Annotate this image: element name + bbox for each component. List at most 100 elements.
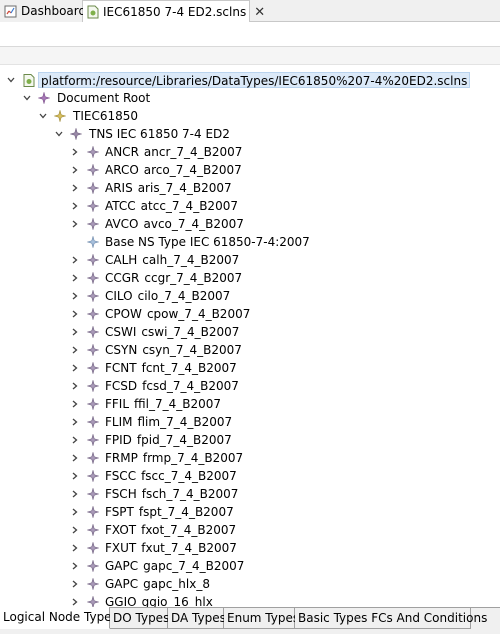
tab-do-types[interactable]: DO Types [110, 608, 169, 629]
lnode-type-icon [87, 434, 99, 446]
chevron-down-icon[interactable] [22, 93, 32, 103]
chevron-down-icon[interactable] [38, 111, 48, 121]
chevron-right-icon[interactable] [70, 273, 80, 283]
tree-row-document-root[interactable]: Document Root [0, 89, 500, 107]
close-icon[interactable]: ✕ [254, 5, 265, 20]
document-root-label: Document Root [57, 91, 151, 105]
chevron-right-icon[interactable] [70, 507, 80, 517]
tree-item-id: fspt_7_4_B2007 [138, 505, 234, 519]
chevron-right-icon[interactable] [70, 561, 80, 571]
tree-row-item[interactable]: ARIS aris_7_4_B2007 [0, 179, 500, 197]
tree-item-name: ARIS [105, 181, 133, 195]
tree-row-item[interactable]: CSYN csyn_7_4_B2007 [0, 341, 500, 359]
tree-item-name: FFIL [105, 397, 130, 411]
tree-item-name: Base NS Type IEC 61850-7-4:2007 [105, 235, 310, 249]
resource-label: platform:/resource/Libraries/DataTypes/I… [38, 72, 471, 88]
tree-row-item[interactable]: FSPT fspt_7_4_B2007 [0, 503, 500, 521]
tree-row-item[interactable]: CSWI cswi_7_4_B2007 [0, 323, 500, 341]
tree-row-item[interactable]: FCNT fcnt_7_4_B2007 [0, 359, 500, 377]
tree-item-label: FSCC fscc_7_4_B2007 [105, 468, 237, 484]
tree-row-item[interactable]: FRMP frmp_7_4_B2007 [0, 449, 500, 467]
tab-dashboard[interactable]: Dashboard [0, 0, 86, 22]
chevron-right-icon[interactable] [70, 381, 80, 391]
tree-row-item[interactable]: AVCO avco_7_4_B2007 [0, 215, 500, 233]
tree-item-label: GAPC gapc_7_4_B2007 [105, 558, 244, 574]
tree-row-tns[interactable]: TNS IEC 61850 7-4 ED2 [0, 125, 500, 143]
tree-row-item[interactable]: FSCH fsch_7_4_B2007 [0, 485, 500, 503]
tree-row-item[interactable]: Base NS Type IEC 61850-7-4:2007 [0, 233, 500, 251]
tree-row-item[interactable]: CILO cilo_7_4_B2007 [0, 287, 500, 305]
tree-item-label: ARIS aris_7_4_B2007 [105, 180, 232, 196]
chevron-right-icon[interactable] [70, 291, 80, 301]
tree-row-resource[interactable]: platform:/resource/Libraries/DataTypes/I… [0, 71, 500, 89]
tree-item-label: FCSD fcsd_7_4_B2007 [105, 378, 239, 394]
tree-row-item[interactable]: ATCC atcc_7_4_B2007 [0, 197, 500, 215]
chevron-right-icon[interactable] [70, 453, 80, 463]
tree-row-item[interactable]: FXOT fxot_7_4_B2007 [0, 521, 500, 539]
lnode-type-icon [87, 182, 99, 194]
chevron-right-icon[interactable] [70, 309, 80, 319]
tree-item-id: cpow_7_4_B2007 [146, 307, 251, 321]
chevron-right-icon[interactable] [70, 327, 80, 337]
chevron-down-icon[interactable] [6, 75, 16, 85]
chevron-right-icon[interactable] [70, 183, 80, 193]
tree-item-id: ggio_16_hlx [141, 595, 213, 607]
tree-row-tiec61850[interactable]: TIEC61850 [0, 107, 500, 125]
tree-item-id: fscc_7_4_B2007 [141, 469, 237, 483]
lnode-type-icon [87, 362, 99, 374]
tree-row-item[interactable]: ARCO arco_7_4_B2007 [0, 161, 500, 179]
tree-row-item[interactable]: CALH calh_7_4_B2007 [0, 251, 500, 269]
chevron-right-icon[interactable] [70, 417, 80, 427]
chevron-right-icon[interactable] [70, 435, 80, 445]
tree-row-item[interactable]: FXUT fxut_7_4_B2007 [0, 539, 500, 557]
tree-row-item[interactable]: GAPC gapc_hlx_8 [0, 575, 500, 593]
tab-sclns-editor[interactable]: IEC61850 7-4 ED2.sclns ✕ [83, 0, 265, 23]
chevron-right-icon[interactable] [70, 543, 80, 553]
tree-row-item[interactable]: FCSD fcsd_7_4_B2007 [0, 377, 500, 395]
tree-item-id: aris_7_4_B2007 [137, 181, 232, 195]
chevron-right-icon[interactable] [70, 363, 80, 373]
tree-row-item[interactable]: FFIL ffil_7_4_B2007 [0, 395, 500, 413]
tree-row-item[interactable]: GAPC gapc_7_4_B2007 [0, 557, 500, 575]
bottom-tab-bar: Logical Node Types DO Types DA Types Enu… [0, 607, 500, 634]
tree-item-id: cswi_7_4_B2007 [141, 325, 240, 339]
tree-row-item[interactable]: FLIM flim_7_4_B2007 [0, 413, 500, 431]
tree-item-id: fcsd_7_4_B2007 [142, 379, 239, 393]
tree-row-item[interactable]: GGIO ggio_16_hlx [0, 593, 500, 607]
chevron-right-icon[interactable] [70, 147, 80, 157]
tree-item-name: CSWI [105, 325, 137, 339]
chevron-right-icon[interactable] [70, 201, 80, 211]
chevron-right-icon[interactable] [70, 471, 80, 481]
lnode-type-icon [87, 164, 99, 176]
dashboard-icon [4, 4, 17, 18]
tree-item-label: FRMP frmp_7_4_B2007 [105, 450, 243, 466]
tab-basic-types-fcs-and-conditions[interactable]: Basic Types FCs And Conditions [295, 608, 487, 629]
tree-item-id: avco_7_4_B2007 [143, 217, 244, 231]
tree-row-item[interactable]: FSCC fscc_7_4_B2007 [0, 467, 500, 485]
tab-logical-node-types[interactable]: Logical Node Types [0, 607, 118, 629]
tab-enum-types[interactable]: Enum Types [224, 608, 299, 629]
chevron-right-icon[interactable] [70, 345, 80, 355]
chevron-down-icon[interactable] [54, 129, 64, 139]
tree-row-item[interactable]: CPOW cpow_7_4_B2007 [0, 305, 500, 323]
chevron-right-icon[interactable] [70, 219, 80, 229]
chevron-right-icon[interactable] [70, 165, 80, 175]
tree-item-name: ATCC [105, 199, 136, 213]
chevron-right-icon[interactable] [70, 255, 80, 265]
chevron-right-icon[interactable] [70, 525, 80, 535]
tree-item-label: AVCO avco_7_4_B2007 [105, 216, 244, 232]
tree-row-item[interactable]: CCGR ccgr_7_4_B2007 [0, 269, 500, 287]
lnode-type-icon [87, 488, 99, 500]
chevron-right-icon[interactable] [70, 489, 80, 499]
namespace-node-icon [70, 128, 82, 140]
tree-item-label: CSWI cswi_7_4_B2007 [105, 324, 239, 340]
tab-da-types[interactable]: DA Types [168, 608, 226, 629]
lnode-type-icon [87, 578, 99, 590]
tree-row-item[interactable]: ANCR ancr_7_4_B2007 [0, 143, 500, 161]
chevron-right-icon[interactable] [70, 597, 80, 607]
chevron-right-icon[interactable] [70, 579, 80, 589]
tree-item-label: GGIO ggio_16_hlx [105, 594, 213, 607]
editor-toolbar-area [0, 22, 500, 47]
chevron-right-icon[interactable] [70, 399, 80, 409]
tree-row-item[interactable]: FPID fpid_7_4_B2007 [0, 431, 500, 449]
